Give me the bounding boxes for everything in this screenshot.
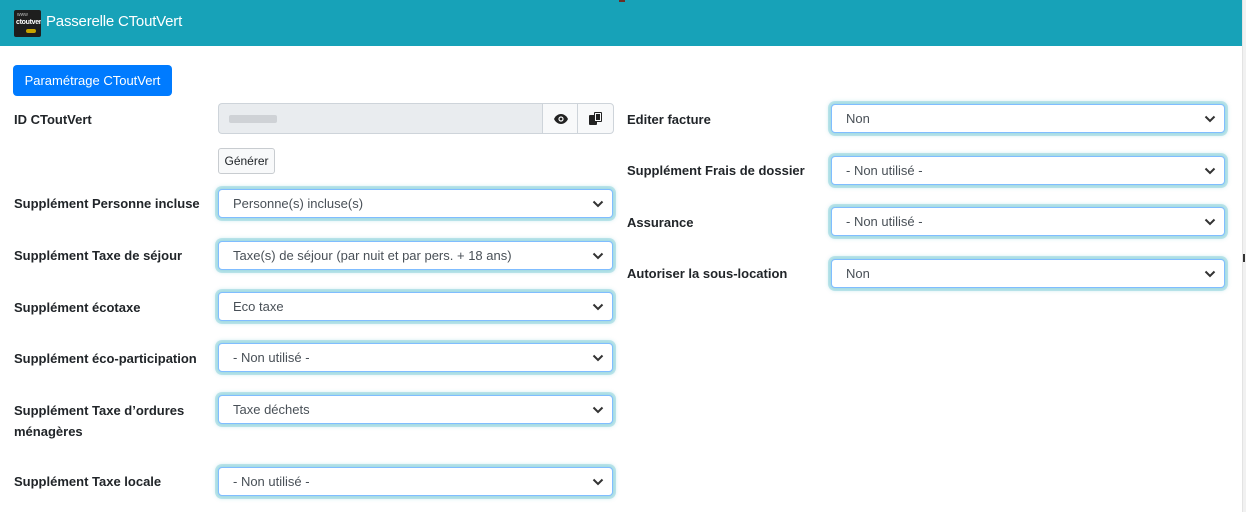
field-label-assurance: Assurance	[627, 215, 694, 230]
logo-text-www: www	[17, 12, 28, 18]
select-editer-facture[interactable]: Non	[831, 104, 1225, 133]
field-label-frais-dossier: Supplément Frais de dossier	[627, 163, 805, 178]
field-label-sous-location: Autoriser la sous-location	[627, 266, 788, 281]
scrollbar-marker	[1243, 254, 1245, 262]
top-marker	[619, 0, 625, 2]
logo-text-brand: ctoutvert	[16, 19, 41, 26]
id-field[interactable]	[218, 103, 542, 134]
field-label-taxe-locale: Supplément Taxe locale	[14, 474, 162, 489]
select-taxe-sejour[interactable]: Taxe(s) de séjour (par nuit et par pers.…	[218, 241, 613, 270]
select-value: - Non utilisé -	[846, 214, 923, 229]
chevron-down-icon	[592, 303, 604, 311]
id-value-masked	[229, 115, 277, 123]
select-value: Taxe(s) de séjour (par nuit et par pers.…	[233, 248, 512, 263]
copy-id-button[interactable]	[577, 103, 614, 134]
app-logo: www ctoutvert	[14, 10, 41, 37]
select-frais-dossier[interactable]: - Non utilisé -	[831, 156, 1225, 185]
select-eco-participation[interactable]: - Non utilisé -	[218, 343, 613, 372]
chevron-down-icon	[592, 478, 604, 486]
chevron-down-icon	[592, 406, 604, 414]
settings-button[interactable]: Paramétrage CToutVert	[13, 65, 172, 96]
field-label-editer-facture: Editer facture	[627, 112, 711, 127]
copy-icon	[589, 111, 602, 125]
show-id-button[interactable]	[542, 103, 579, 134]
field-label-ordures-menageres: Supplément Taxe d’ordures ménagères	[14, 403, 185, 439]
select-value: Eco taxe	[233, 299, 284, 314]
select-ecotaxe[interactable]: Eco taxe	[218, 292, 613, 321]
select-assurance[interactable]: - Non utilisé -	[831, 207, 1225, 236]
field-label-taxe-sejour: Supplément Taxe de séjour	[14, 248, 183, 263]
select-value: - Non utilisé -	[233, 474, 310, 489]
chevron-down-icon	[592, 252, 604, 260]
select-taxe-locale[interactable]: - Non utilisé -	[218, 467, 613, 496]
chevron-down-icon	[592, 354, 604, 362]
select-personne-incluse[interactable]: Personne(s) incluse(s)	[218, 189, 613, 218]
select-value: Taxe déchets	[233, 402, 310, 417]
id-input-group	[218, 103, 614, 134]
select-ordures-menageres[interactable]: Taxe déchets	[218, 395, 613, 424]
app-title: Passerelle CToutVert	[46, 13, 183, 30]
app-header: www ctoutvert Passerelle CToutVert	[0, 0, 1242, 46]
generate-id-button[interactable]: Générer	[218, 148, 275, 174]
select-value: - Non utilisé -	[233, 350, 310, 365]
chevron-down-icon	[1204, 167, 1216, 175]
select-sous-location[interactable]: Non	[831, 259, 1225, 288]
select-value: Non	[846, 111, 870, 126]
chevron-down-icon	[1204, 115, 1216, 123]
chevron-down-icon	[1204, 218, 1216, 226]
select-value: Non	[846, 266, 870, 281]
chevron-down-icon	[592, 200, 604, 208]
id-label: ID CToutVert	[14, 112, 92, 127]
field-label-ecotaxe: Supplément écotaxe	[14, 300, 141, 315]
select-value: - Non utilisé -	[846, 163, 923, 178]
logo-mark	[26, 29, 36, 33]
field-label-personne-incluse: Supplément Personne incluse	[14, 196, 200, 211]
eye-icon	[553, 113, 568, 124]
chevron-down-icon	[1204, 270, 1216, 278]
field-label-eco-participation: Supplément éco-participation	[14, 351, 197, 366]
select-value: Personne(s) incluse(s)	[233, 196, 364, 211]
